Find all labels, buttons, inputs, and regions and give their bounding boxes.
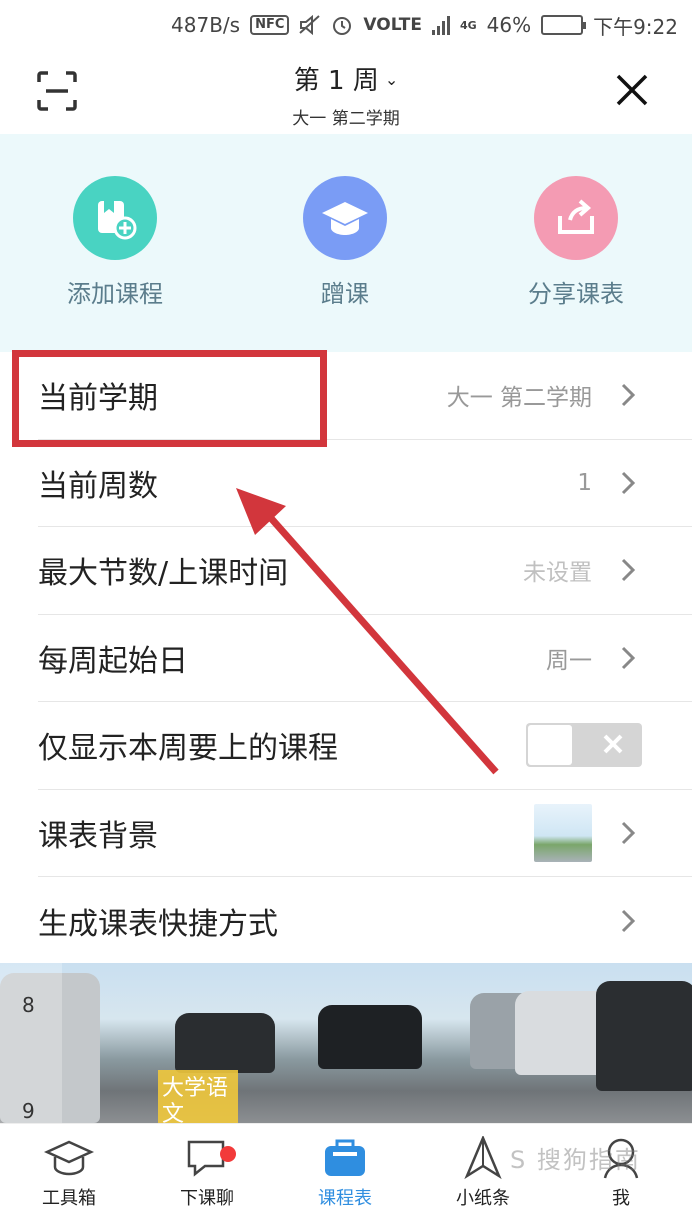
course-cell[interactable]: 大学语文	[158, 1070, 238, 1123]
share-icon	[534, 176, 618, 260]
timetable-icon	[325, 1139, 365, 1176]
tab-label: 课程表	[318, 1188, 372, 1209]
paper-plane-icon	[464, 1136, 502, 1180]
mute-icon	[299, 15, 321, 35]
only-this-week-toggle[interactable]	[526, 723, 642, 768]
week-selector[interactable]: 第 1 周 ⌄	[0, 60, 692, 97]
chevron-right-icon	[621, 384, 636, 407]
tab-label: 工具箱	[42, 1188, 96, 1209]
network-type: 4G	[459, 18, 477, 32]
background-thumbnail	[534, 803, 592, 862]
highlight-box	[12, 350, 327, 447]
chevron-right-icon	[621, 559, 636, 582]
week-label: 第 1 周	[293, 66, 379, 96]
setting-label: 课表背景	[38, 818, 158, 854]
tab-label: 小纸条	[456, 1188, 510, 1209]
section-number: 9	[22, 1099, 35, 1123]
toggle-off-icon	[603, 734, 623, 754]
close-icon[interactable]	[614, 72, 650, 108]
setting-current-week[interactable]: 当前周数 1	[38, 440, 692, 527]
setting-value: 1	[577, 469, 592, 496]
status-bar: 487B/s NFC VOLTE 4G 46% 下午9:22	[0, 0, 692, 50]
share-timetable-label: 分享课表	[528, 280, 624, 308]
notification-badge	[220, 1146, 236, 1162]
section-number: 8	[22, 993, 35, 1017]
car-shape	[596, 981, 692, 1091]
app-header: 第 1 周 ⌄ 大一 第二学期	[0, 50, 692, 134]
toggle-knob	[528, 725, 572, 766]
chevron-right-icon	[621, 471, 636, 494]
setting-week-start[interactable]: 每周起始日 周一	[38, 615, 692, 702]
setting-value: 周一	[546, 647, 592, 674]
audit-course-label: 蹭课	[321, 280, 369, 308]
volte-label: VOLTE	[363, 15, 422, 35]
setting-value: 大一 第二学期	[446, 385, 592, 412]
chevron-right-icon	[621, 821, 636, 844]
chevron-right-icon	[621, 646, 636, 669]
clock: 下午9:22	[593, 14, 678, 39]
tab-label: 我	[612, 1188, 630, 1209]
add-course-icon	[73, 176, 157, 260]
battery-percent: 46%	[486, 13, 532, 37]
network-speed: 487B/s	[171, 13, 241, 37]
signal-icon	[431, 15, 450, 35]
chevron-down-icon: ⌄	[384, 70, 399, 89]
tab-toolbox[interactable]: 工具箱	[0, 1136, 138, 1210]
setting-max-sections[interactable]: 最大节数/上课时间 未设置	[38, 527, 692, 615]
setting-background[interactable]: 课表背景	[38, 790, 692, 877]
add-course-label: 添加课程	[67, 280, 163, 308]
chevron-right-icon	[621, 909, 636, 932]
car-shape	[318, 1005, 422, 1069]
setting-only-this-week: 仅显示本周要上的课程	[38, 702, 692, 790]
setting-label: 最大节数/上课时间	[38, 556, 289, 592]
tab-timetable[interactable]: 课程表	[276, 1136, 414, 1210]
setting-label: 每周起始日	[38, 643, 188, 679]
tab-chat[interactable]: 下课聊	[138, 1136, 276, 1210]
setting-label: 生成课表快捷方式	[38, 906, 278, 942]
alarm-icon	[333, 17, 352, 35]
timetable-background-photo	[0, 963, 692, 1123]
graduation-cap-icon	[303, 176, 387, 260]
tab-label: 下课聊	[180, 1188, 234, 1209]
toolbox-icon	[43, 1140, 95, 1176]
setting-label: 当前周数	[38, 468, 158, 504]
car-shape	[175, 1013, 275, 1073]
watermark: S 搜狗指南	[510, 1146, 641, 1174]
setting-label: 仅显示本周要上的课程	[38, 731, 338, 767]
quick-actions: 添加课程 蹭课 分享课表	[0, 134, 692, 352]
setting-value: 未设置	[523, 560, 592, 587]
add-course-button[interactable]: 添加课程	[15, 176, 215, 309]
nfc-indicator: NFC	[250, 15, 290, 35]
setting-shortcut[interactable]: 生成课表快捷方式	[38, 877, 692, 965]
section-number-column: 8 9	[0, 963, 62, 1123]
battery-icon	[541, 15, 587, 35]
term-subtitle: 大一 第二学期	[292, 109, 400, 129]
share-timetable-button[interactable]: 分享课表	[476, 176, 676, 309]
audit-course-button[interactable]: 蹭课	[245, 176, 445, 309]
